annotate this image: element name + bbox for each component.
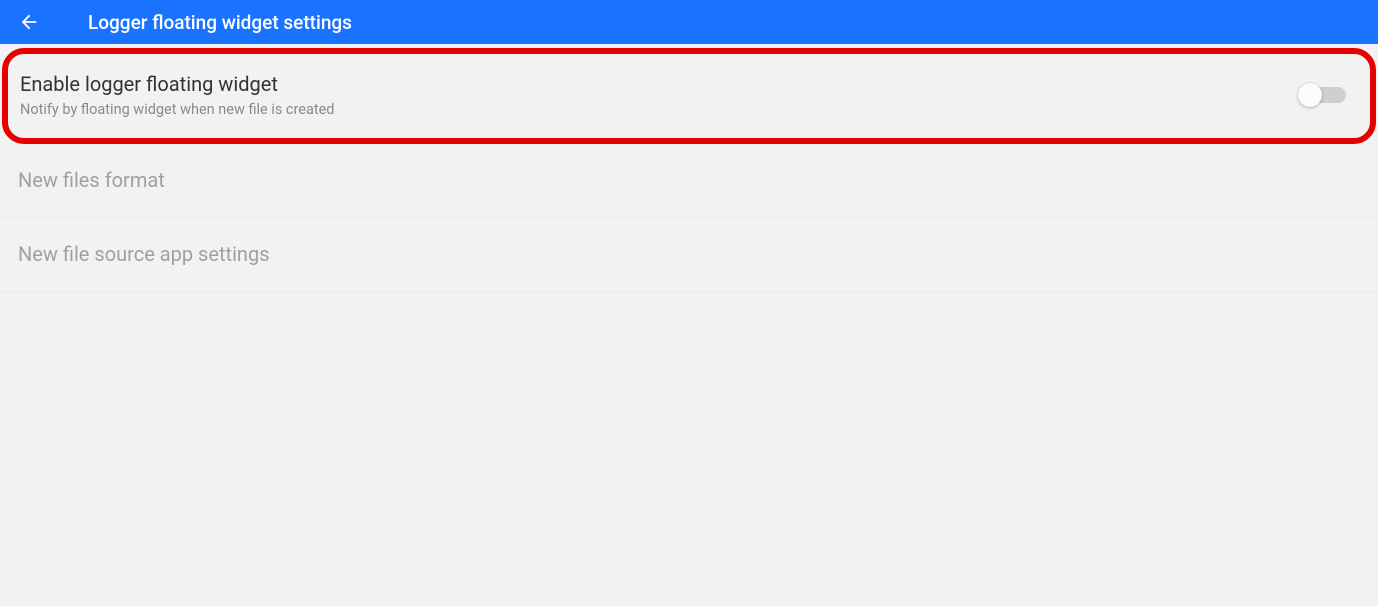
highlight-annotation: Enable logger floating widget Notify by … xyxy=(2,48,1376,144)
back-arrow-icon[interactable] xyxy=(18,11,40,33)
setting-subtitle: Notify by floating widget when new file … xyxy=(20,101,1300,118)
setting-texts: New files format xyxy=(18,168,1360,193)
app-bar: Logger floating widget settings xyxy=(0,0,1378,44)
setting-title: New file source app settings xyxy=(18,242,1360,267)
setting-title: Enable logger floating widget xyxy=(20,72,1300,97)
setting-enable-logger-widget[interactable]: Enable logger floating widget Notify by … xyxy=(14,58,1364,134)
page-title: Logger floating widget settings xyxy=(88,11,352,34)
enable-widget-toggle[interactable] xyxy=(1300,87,1346,103)
toggle-knob xyxy=(1298,83,1322,107)
setting-new-files-format[interactable]: New files format xyxy=(0,144,1378,218)
setting-texts: Enable logger floating widget Notify by … xyxy=(20,72,1300,118)
setting-title: New files format xyxy=(18,168,1360,193)
setting-source-app[interactable]: New file source app settings xyxy=(0,218,1378,292)
setting-texts: New file source app settings xyxy=(18,242,1360,267)
